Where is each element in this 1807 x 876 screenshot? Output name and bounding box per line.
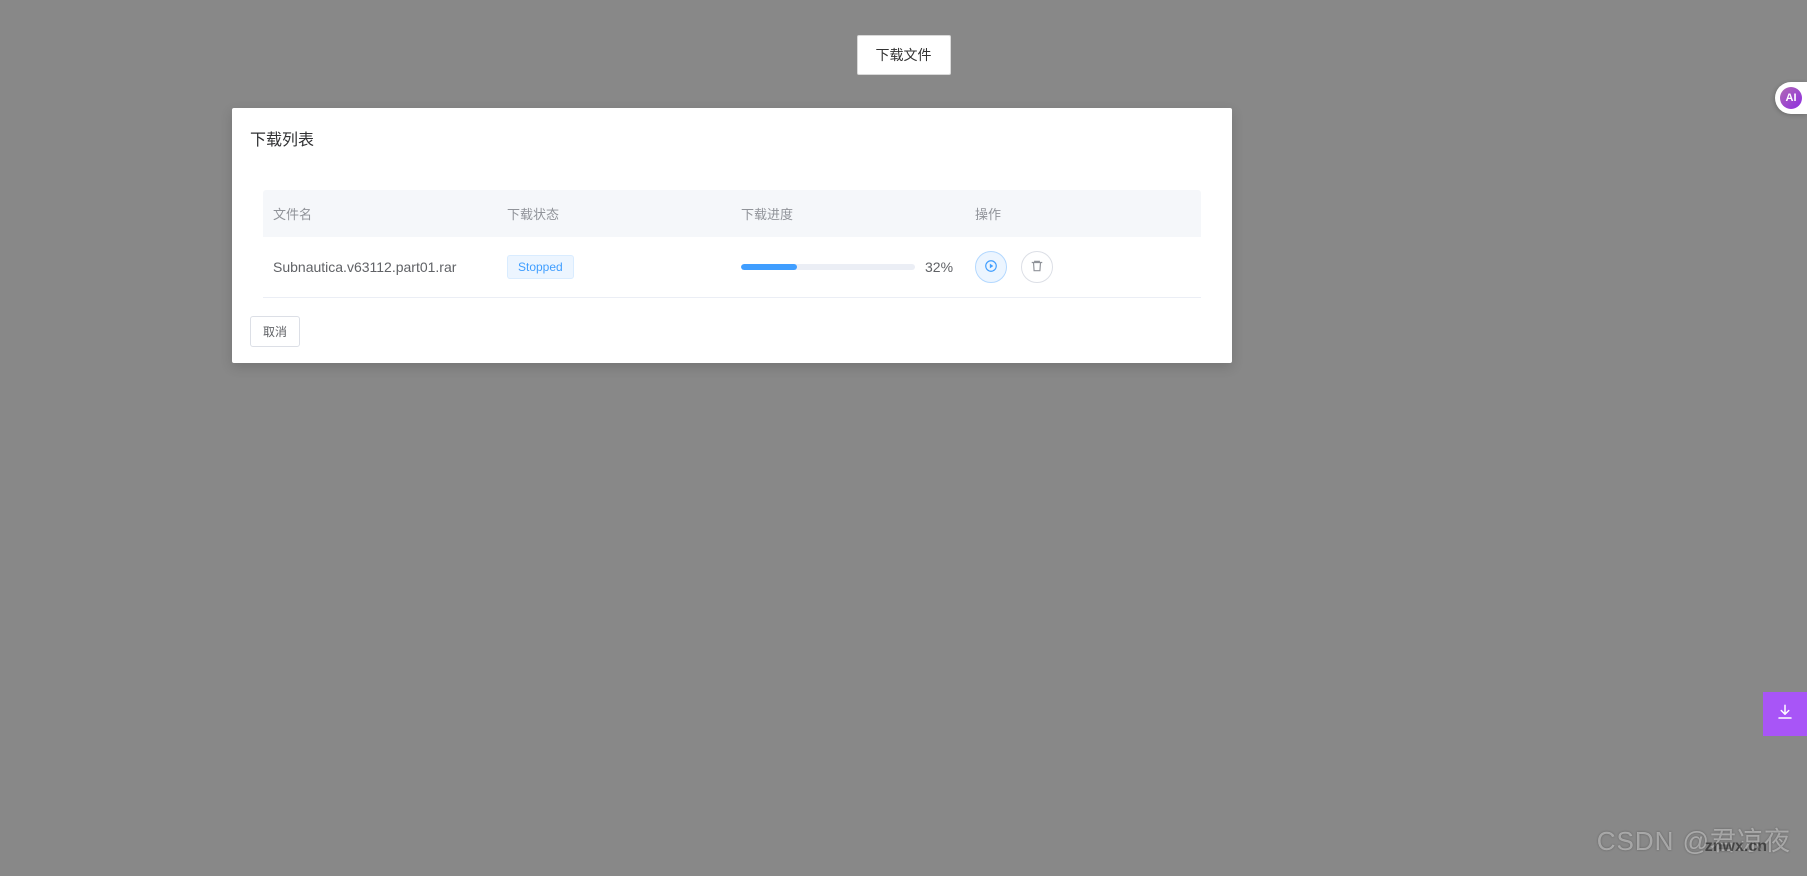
table-header: 文件名 下载状态 下载进度 操作 — [263, 190, 1201, 237]
play-circle-icon — [984, 259, 998, 276]
trash-icon — [1030, 259, 1044, 276]
resume-button[interactable] — [975, 251, 1007, 283]
ai-float-badge[interactable]: AI — [1775, 82, 1807, 114]
cell-filename: Subnautica.v63112.part01.rar — [273, 259, 507, 275]
modal-title: 下载列表 — [250, 126, 1214, 150]
delete-button[interactable] — [1021, 251, 1053, 283]
cell-action — [975, 251, 1191, 283]
table-row: Subnautica.v63112.part01.rar Stopped 32% — [263, 237, 1201, 298]
cancel-button[interactable]: 取消 — [250, 316, 300, 347]
download-list-modal: 下载列表 文件名 下载状态 下载进度 操作 Subnautica.v63112.… — [232, 108, 1232, 363]
watermark-text-2: znwx.cn — [1705, 838, 1767, 856]
progress-text: 32% — [925, 259, 953, 275]
download-file-button[interactable]: 下载文件 — [857, 35, 951, 75]
th-status: 下载状态 — [507, 204, 741, 223]
progress-bar — [741, 264, 915, 270]
ai-icon: AI — [1780, 87, 1802, 109]
cell-progress: 32% — [741, 259, 975, 275]
th-filename: 文件名 — [273, 204, 507, 223]
progress-fill — [741, 264, 797, 270]
status-tag: Stopped — [507, 255, 574, 279]
download-table: 文件名 下载状态 下载进度 操作 Subnautica.v63112.part0… — [263, 190, 1201, 298]
th-progress: 下载进度 — [741, 204, 975, 223]
download-icon — [1776, 703, 1794, 726]
float-download-button[interactable] — [1763, 692, 1807, 736]
cell-status: Stopped — [507, 255, 741, 279]
th-action: 操作 — [975, 204, 1191, 223]
